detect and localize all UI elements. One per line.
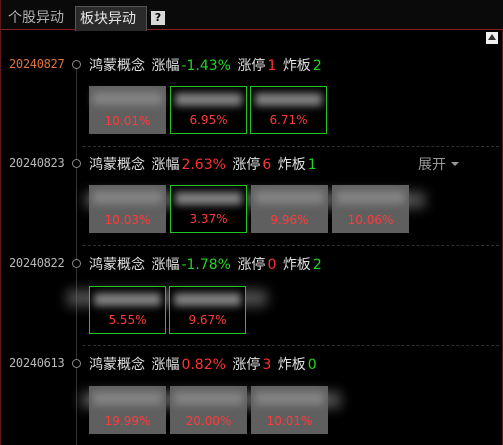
broken-count: 1 bbox=[307, 157, 317, 173]
broken-label: 炸板 bbox=[277, 357, 306, 373]
limit-up-count: 6 bbox=[262, 157, 272, 173]
limit-up-label: 涨停 bbox=[232, 157, 261, 173]
sector-name[interactable]: 鸿蒙概念 bbox=[89, 157, 145, 173]
stock-change: 10.01% bbox=[266, 414, 313, 428]
broken-count: 2 bbox=[312, 257, 322, 273]
stock-card[interactable]: 10.06% bbox=[332, 185, 409, 233]
timeline-node-icon bbox=[72, 159, 81, 168]
event-divider bbox=[83, 146, 499, 147]
stock-card[interactable]: 9.96% bbox=[251, 185, 328, 233]
tab-stock-anomaly[interactable]: 个股异动 bbox=[4, 6, 72, 30]
stock-card[interactable]: 9.67% bbox=[169, 286, 246, 334]
tab-bar: 个股异动 板块异动 ? bbox=[1, 0, 503, 31]
stock-card[interactable]: 3.37% bbox=[170, 185, 247, 233]
broken-label: 炸板 bbox=[282, 257, 311, 273]
stock-change: 10.01% bbox=[104, 114, 151, 128]
tab-sector-anomaly[interactable]: 板块异动 bbox=[75, 6, 147, 31]
event-header: 鸿蒙概念 涨幅 2.63% 涨停 6 炸板 1 bbox=[89, 154, 319, 174]
timeline-node-icon bbox=[72, 259, 81, 268]
stock-change: 20.00% bbox=[185, 414, 232, 428]
stock-card[interactable]: 20.00% bbox=[170, 386, 247, 434]
stock-card[interactable]: 10.01% bbox=[89, 86, 166, 134]
limit-up-label: 涨停 bbox=[237, 257, 266, 273]
change-value: 2.63% bbox=[181, 157, 226, 173]
timeline-line bbox=[76, 62, 77, 445]
change-label: 涨幅 bbox=[151, 257, 180, 273]
stock-name-blurred bbox=[255, 191, 324, 204]
stock-name-blurred bbox=[336, 191, 405, 204]
change-label: 涨幅 bbox=[151, 357, 180, 373]
limit-up-count: 0 bbox=[267, 257, 277, 273]
stock-card[interactable]: 5.55% bbox=[89, 286, 166, 334]
stock-change: 19.99% bbox=[104, 414, 151, 428]
sector-name[interactable]: 鸿蒙概念 bbox=[89, 257, 145, 273]
event-divider bbox=[83, 245, 499, 246]
event-header: 鸿蒙概念 涨幅 -1.78% 涨停 0 炸板 2 bbox=[89, 254, 324, 274]
event-divider bbox=[83, 345, 499, 346]
stock-name-blurred bbox=[175, 192, 242, 205]
stock-name-blurred bbox=[94, 293, 161, 306]
limit-up-label: 涨停 bbox=[237, 58, 266, 74]
broken-label: 炸板 bbox=[282, 58, 311, 74]
timeline-node-icon bbox=[72, 359, 81, 368]
broken-count: 0 bbox=[307, 357, 317, 373]
timeline-node-icon bbox=[72, 60, 81, 69]
stock-change: 6.71% bbox=[269, 113, 308, 127]
event-header: 鸿蒙概念 涨幅 0.82% 涨停 3 炸板 0 bbox=[89, 354, 319, 374]
change-label: 涨幅 bbox=[151, 157, 180, 173]
change-value: -1.78% bbox=[181, 257, 231, 273]
change-value: 0.82% bbox=[181, 357, 226, 373]
stock-change: 10.06% bbox=[347, 213, 394, 227]
collapse-icon[interactable] bbox=[486, 32, 498, 44]
change-value: -1.43% bbox=[181, 58, 231, 74]
help-icon[interactable]: ? bbox=[151, 11, 165, 25]
stock-card[interactable]: 10.01% bbox=[251, 386, 328, 434]
stock-change: 6.95% bbox=[189, 113, 228, 127]
sector-name[interactable]: 鸿蒙概念 bbox=[89, 357, 145, 373]
stock-change: 10.03% bbox=[104, 213, 151, 227]
event-header: 鸿蒙概念 涨幅 -1.43% 涨停 1 炸板 2 bbox=[89, 55, 324, 75]
event-date: 20240613 bbox=[9, 356, 65, 370]
stock-name-blurred bbox=[255, 392, 324, 405]
stock-card[interactable]: 19.99% bbox=[89, 386, 166, 434]
limit-up-count: 3 bbox=[262, 357, 272, 373]
stock-card[interactable]: 10.03% bbox=[89, 185, 166, 233]
stock-change: 5.55% bbox=[108, 313, 147, 327]
expand-button[interactable]: 展开 bbox=[418, 154, 459, 174]
stock-name-blurred bbox=[93, 92, 162, 105]
stock-change: 3.37% bbox=[189, 212, 228, 226]
stock-name-blurred bbox=[255, 93, 322, 106]
limit-up-count: 1 bbox=[267, 58, 277, 74]
event-date: 20240823 bbox=[9, 156, 65, 170]
broken-label: 炸板 bbox=[277, 157, 306, 173]
limit-up-label: 涨停 bbox=[232, 357, 261, 373]
stock-card[interactable]: 6.71% bbox=[250, 86, 327, 134]
stock-change: 9.67% bbox=[188, 313, 227, 327]
stock-change: 9.96% bbox=[270, 213, 309, 227]
stock-name-blurred bbox=[93, 392, 162, 405]
stock-card[interactable]: 6.95% bbox=[170, 86, 247, 134]
stock-name-blurred bbox=[93, 191, 162, 204]
event-date: 20240822 bbox=[9, 256, 65, 270]
stock-name-blurred bbox=[175, 93, 242, 106]
stock-name-blurred bbox=[174, 392, 243, 405]
stock-name-blurred bbox=[174, 293, 241, 306]
event-date: 20240827 bbox=[9, 57, 65, 71]
change-label: 涨幅 bbox=[151, 58, 180, 74]
sector-anomaly-panel: 个股异动 板块异动 ? 20240827 鸿蒙概念 涨幅 -1.43% 涨停 1 炸… bbox=[0, 0, 503, 445]
broken-count: 2 bbox=[312, 58, 322, 74]
sector-name[interactable]: 鸿蒙概念 bbox=[89, 58, 145, 74]
